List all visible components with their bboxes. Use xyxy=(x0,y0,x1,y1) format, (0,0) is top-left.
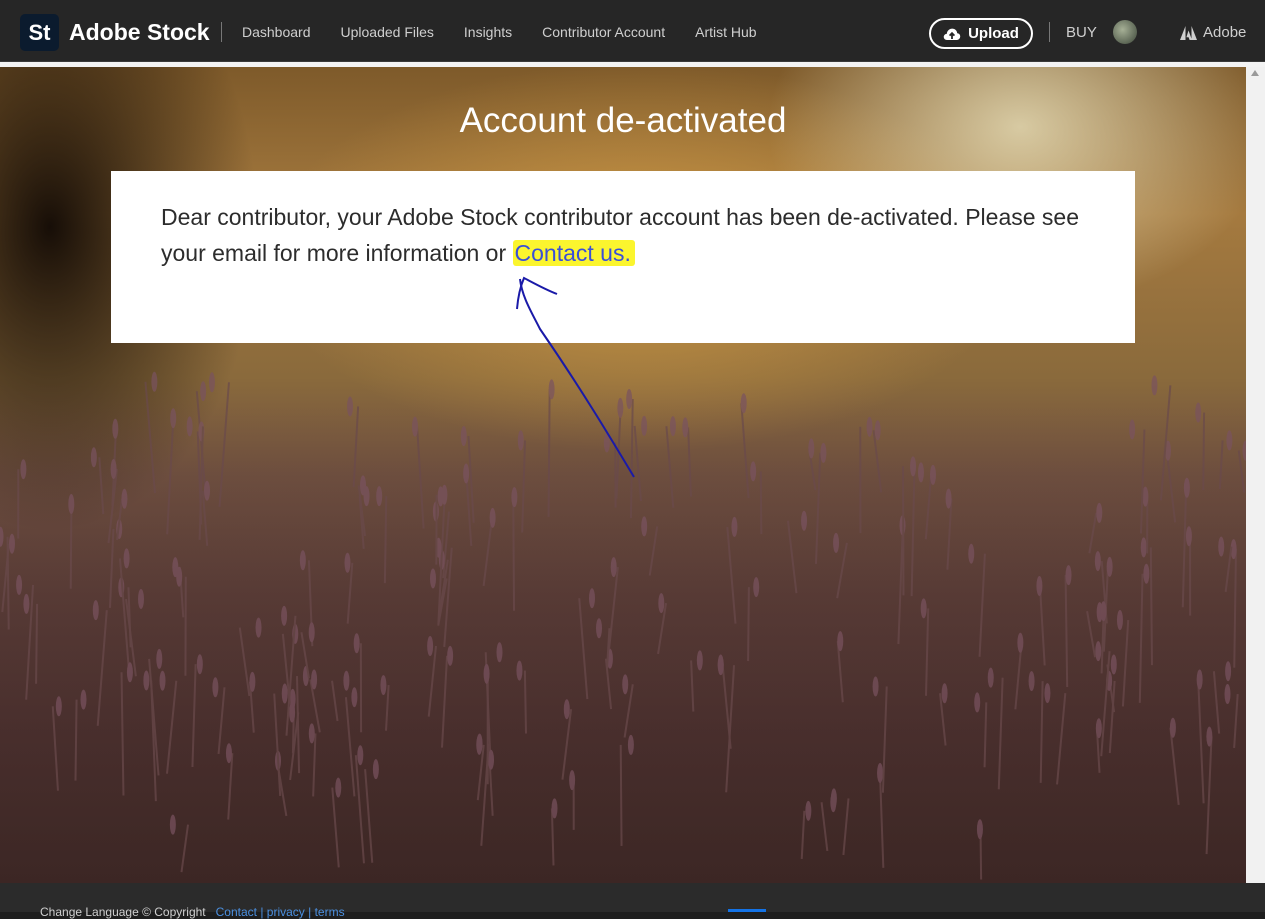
adobe-label: Adobe xyxy=(1203,24,1246,41)
footer-copyright: Change Language © Copyright xyxy=(40,905,206,919)
avatar[interactable] xyxy=(1113,20,1137,44)
nav-uploaded-files[interactable]: Uploaded Files xyxy=(341,24,434,40)
annotation-arrow xyxy=(500,267,700,487)
nav-contributor-account[interactable]: Contributor Account xyxy=(542,24,665,40)
adobe-logo-icon xyxy=(1180,26,1197,40)
vertical-scrollbar[interactable] xyxy=(1246,67,1265,883)
nav-divider xyxy=(221,22,222,42)
top-navigation-bar: St Adobe Stock Dashboard Uploaded Files … xyxy=(0,0,1265,62)
main-nav: Dashboard Uploaded Files Insights Contri… xyxy=(242,24,787,40)
footer-text: Change Language © Copyright Contact | pri… xyxy=(40,905,345,919)
page-title: Account de-activated xyxy=(0,101,1246,141)
nav-divider xyxy=(1049,22,1050,42)
adobe-link[interactable]: Adobe xyxy=(1180,24,1246,41)
nav-artist-hub[interactable]: Artist Hub xyxy=(695,24,756,40)
scroll-up-arrow-icon[interactable] xyxy=(1251,70,1259,76)
adobe-stock-logo[interactable]: St xyxy=(20,14,59,51)
hero-background: Account de-activated Dear contributor, y… xyxy=(0,67,1246,883)
upload-button[interactable]: Upload xyxy=(929,18,1033,49)
buy-link[interactable]: BUY xyxy=(1066,24,1097,41)
footer-links[interactable]: Contact | privacy | terms xyxy=(216,905,345,919)
brand-name[interactable]: Adobe Stock xyxy=(69,19,210,46)
nav-dashboard[interactable]: Dashboard xyxy=(242,24,311,40)
nav-insights[interactable]: Insights xyxy=(464,24,512,40)
footer: Change Language © CopyrightContact | pri… xyxy=(0,883,1265,912)
upload-label: Upload xyxy=(968,25,1019,42)
contact-us-link[interactable]: Contact us. xyxy=(513,240,635,266)
deactivation-message: Dear contributor, your Adobe Stock contr… xyxy=(161,199,1081,271)
cloud-upload-icon xyxy=(943,27,961,41)
